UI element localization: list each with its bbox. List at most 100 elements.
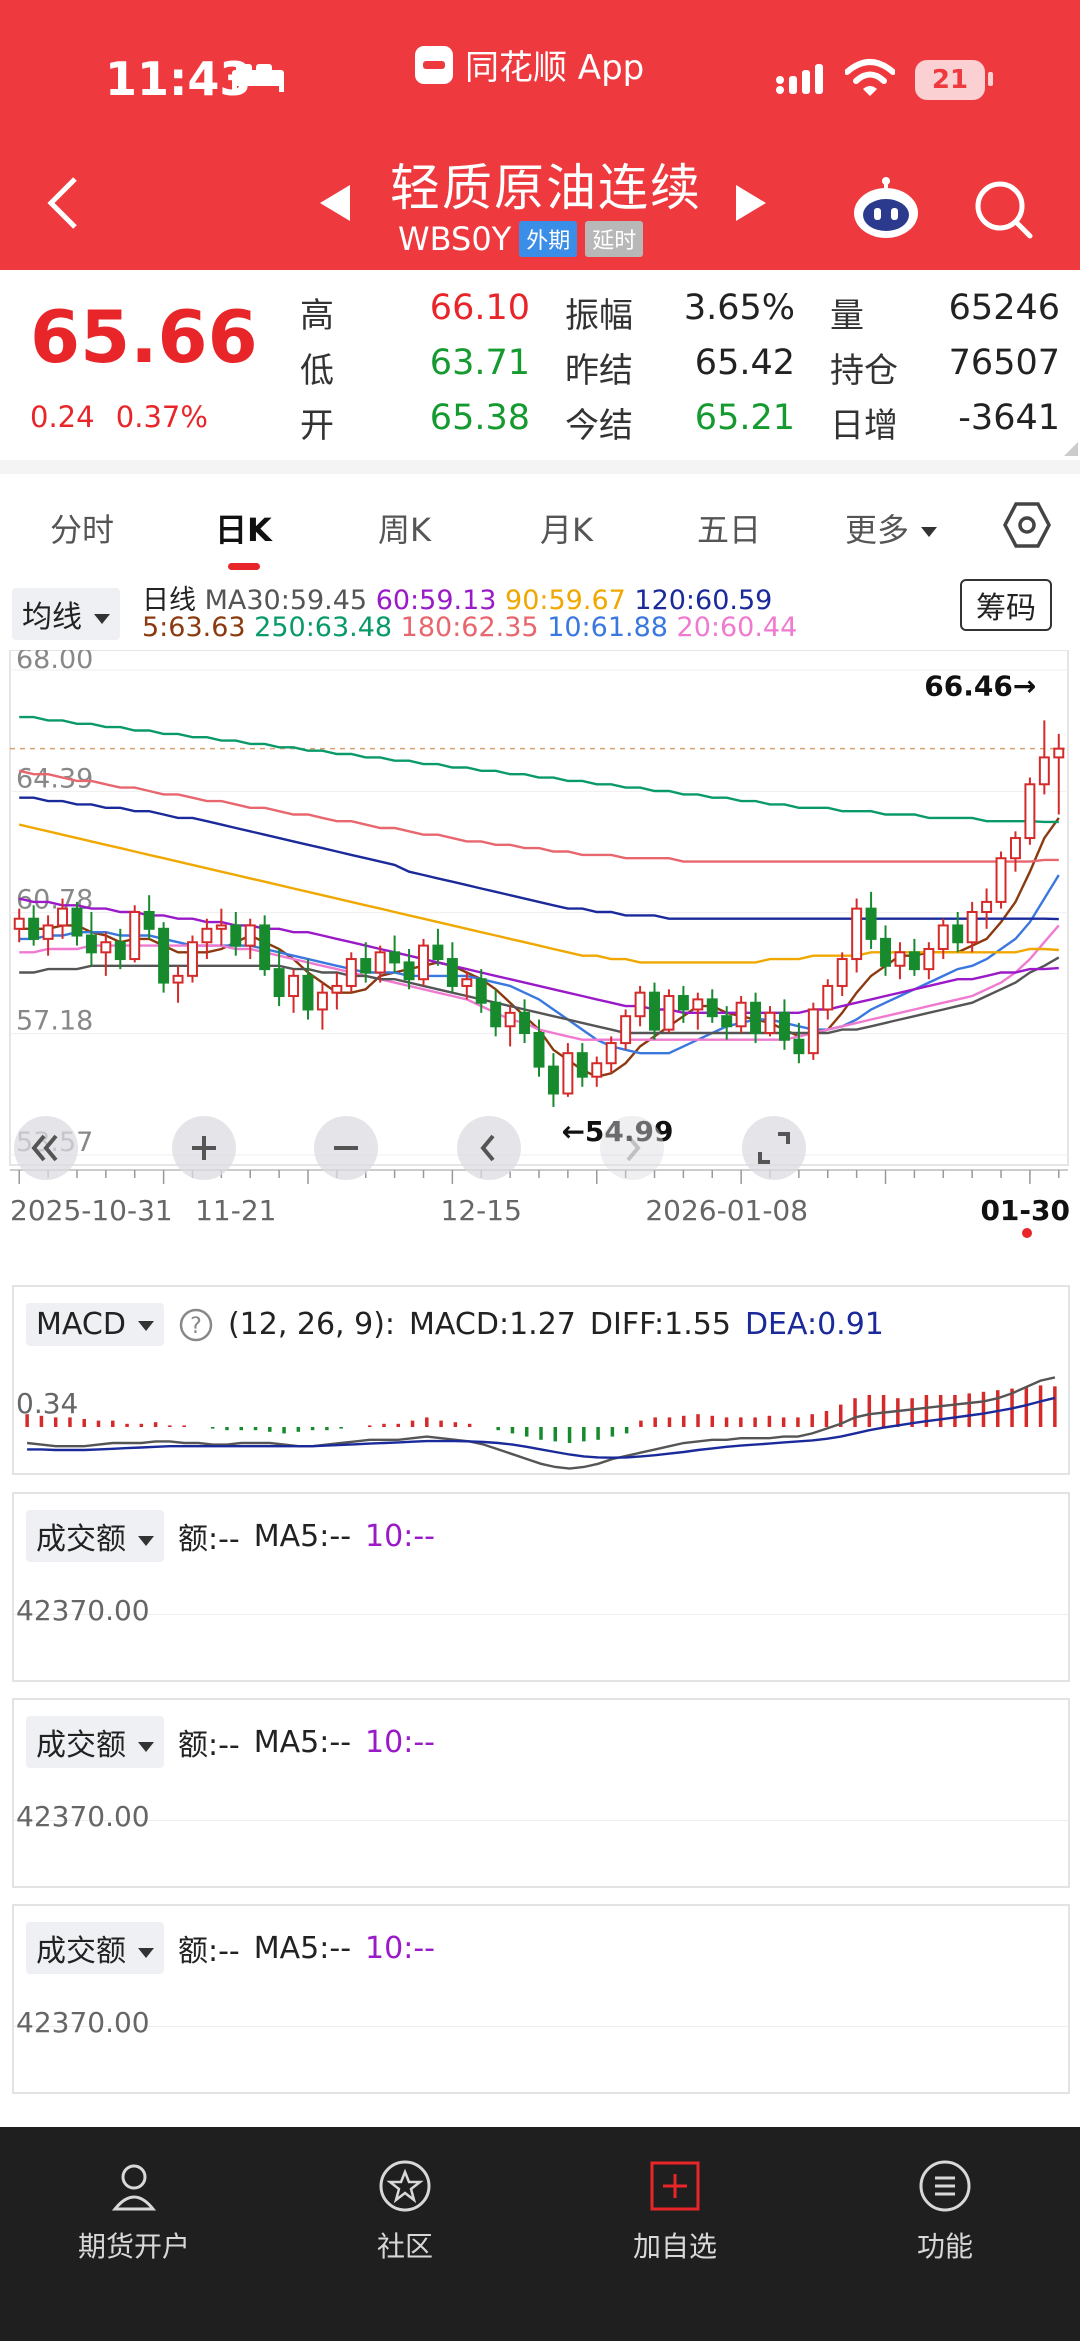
- source-app[interactable]: 同花顺 App: [415, 40, 644, 89]
- help-icon[interactable]: ?: [178, 1307, 214, 1343]
- collapse-left-button[interactable]: [14, 1116, 78, 1180]
- turnover-selector-2[interactable]: 成交额: [26, 1716, 164, 1768]
- low-label: 低: [300, 351, 334, 391]
- tab-five-day[interactable]: 五日: [697, 505, 761, 551]
- caret-down-icon: [138, 1535, 154, 1546]
- candle-body: [244, 924, 256, 947]
- volume-value: 65246: [948, 288, 1060, 328]
- candle-body: [649, 991, 660, 1031]
- active-tab-indicator: [228, 563, 260, 570]
- macd-selector-label: MACD: [36, 1307, 126, 1342]
- tab-monthly-k[interactable]: 月K: [540, 505, 593, 551]
- nav-add-watchlist[interactable]: 加自选: [575, 2155, 775, 2265]
- zoom-out-button[interactable]: [314, 1116, 378, 1180]
- battery-tip: [988, 72, 993, 86]
- candle-body: [302, 974, 314, 1011]
- tab-weekly-k[interactable]: 周K: [378, 505, 431, 551]
- open-label: 开: [300, 406, 334, 446]
- high-marker-label: 66.46→: [924, 669, 1036, 702]
- ai-assistant-robot-icon[interactable]: [850, 175, 922, 241]
- volume-label: 量: [830, 296, 864, 336]
- turnover-panel-2: 成交额 额:-- MA5:-- 10:-- 42370.00: [12, 1698, 1070, 1888]
- chevron-right-icon: [626, 1134, 641, 1162]
- candle-body: [345, 958, 357, 987]
- low-value: 63.71: [429, 343, 530, 383]
- candle-body: [475, 978, 487, 1004]
- gridline: [14, 1820, 1068, 1821]
- tab-more[interactable]: 更多: [845, 505, 938, 551]
- svg-text:?: ?: [190, 1314, 202, 1339]
- period-tabs: 分时 日K 周K 月K 五日 更多: [0, 475, 1080, 570]
- bottom-navigation: 期货开户 社区 加自选 功能: [0, 2127, 1080, 2341]
- next-contract-arrow-icon[interactable]: [736, 185, 766, 221]
- caret-down-icon: [94, 613, 110, 624]
- y-tick-label: 64.39: [16, 763, 93, 794]
- contract-code: WBS0Y: [398, 220, 512, 258]
- turnover-ma5: MA5:--: [253, 1724, 352, 1760]
- change-value: 0.24: [30, 400, 95, 434]
- macd-panel: MACD ? (12, 26, 9): MACD:1.27 DIFF:1.55 …: [12, 1285, 1070, 1475]
- scroll-left-button[interactable]: [457, 1116, 521, 1180]
- candle-body: [894, 951, 906, 967]
- turnover-selector-3[interactable]: 成交额: [26, 1922, 164, 1974]
- change-percent: 0.37%: [115, 400, 208, 434]
- tab-more-label: 更多: [845, 511, 910, 549]
- tab-intraday[interactable]: 分时: [50, 505, 114, 551]
- user-account-icon: [111, 2164, 157, 2211]
- today-settle-value: 65.21: [694, 398, 795, 438]
- candle-body: [880, 937, 891, 967]
- kline-chart[interactable]: 68.0064.3960.7857.1853.5766.46→←54.99202…: [0, 650, 1080, 1240]
- tab-daily-k[interactable]: 日K: [215, 505, 272, 551]
- turnover-ma10: 10:--: [365, 1518, 435, 1554]
- nav-functions[interactable]: 功能: [845, 2155, 1045, 2265]
- turnover-ma10: 10:--: [365, 1724, 435, 1760]
- candle-body: [158, 927, 170, 984]
- settings-hexagon-icon[interactable]: [1002, 500, 1052, 550]
- back-icon[interactable]: [45, 175, 79, 231]
- fullscreen-icon: [758, 1132, 790, 1164]
- candle-body: [418, 944, 429, 981]
- zoom-in-button[interactable]: [172, 1116, 236, 1180]
- ma-selector-button[interactable]: 均线: [12, 588, 120, 640]
- daily-change-label: 日增: [830, 406, 898, 446]
- candle-body: [331, 984, 343, 994]
- candle-body: [562, 1052, 574, 1095]
- nav-community[interactable]: 社区: [305, 2155, 505, 2265]
- turnover-selector-label: 成交额: [36, 1522, 126, 1557]
- turnover-selector-label: 成交额: [36, 1728, 126, 1763]
- open-interest-value: 76507: [948, 343, 1060, 383]
- macd-axis-label: 0.34: [16, 1387, 79, 1420]
- add-watchlist-plus-icon: [650, 2161, 700, 2211]
- candle-body: [389, 951, 401, 964]
- y-tick-label: 68.00: [16, 650, 93, 675]
- last-price: 65.66: [30, 295, 258, 379]
- macd-panel-header: MACD ? (12, 26, 9): MACD:1.27 DIFF:1.55 …: [26, 1303, 884, 1346]
- community-star-icon: [379, 2160, 431, 2212]
- turnover-ma5: MA5:--: [253, 1518, 352, 1554]
- fullscreen-button[interactable]: [742, 1116, 806, 1180]
- previous-contract-arrow-icon[interactable]: [320, 185, 350, 221]
- x-tick-label: 2025-10-31: [10, 1194, 173, 1227]
- ma-legend-item-0: 5:63.63: [142, 612, 255, 643]
- macd-selector[interactable]: MACD: [26, 1303, 164, 1346]
- candle-body: [1009, 837, 1021, 860]
- search-icon[interactable]: [972, 178, 1036, 242]
- candle-body: [663, 995, 675, 1031]
- price-change: 0.24 0.37%: [30, 400, 208, 434]
- candle-body: [576, 1052, 588, 1078]
- expand-corner-icon[interactable]: [1064, 442, 1078, 456]
- candle-body: [750, 1001, 762, 1034]
- candle-body: [403, 961, 415, 981]
- external-tag: 外期: [519, 221, 578, 257]
- candle-body: [822, 984, 834, 1011]
- current-position-dot: [1022, 1228, 1032, 1238]
- macd-params: (12, 26, 9):: [227, 1307, 396, 1342]
- chip-distribution-button[interactable]: 筹码: [960, 579, 1052, 631]
- scroll-right-button[interactable]: [600, 1116, 664, 1180]
- nav-futures-account[interactable]: 期货开户: [34, 2155, 234, 2265]
- candle-body: [1038, 756, 1050, 786]
- candle-body: [143, 910, 155, 930]
- macd-chart[interactable]: [14, 1357, 1068, 1473]
- x-tick-label: 01-30: [980, 1194, 1070, 1227]
- turnover-selector-1[interactable]: 成交额: [26, 1510, 164, 1562]
